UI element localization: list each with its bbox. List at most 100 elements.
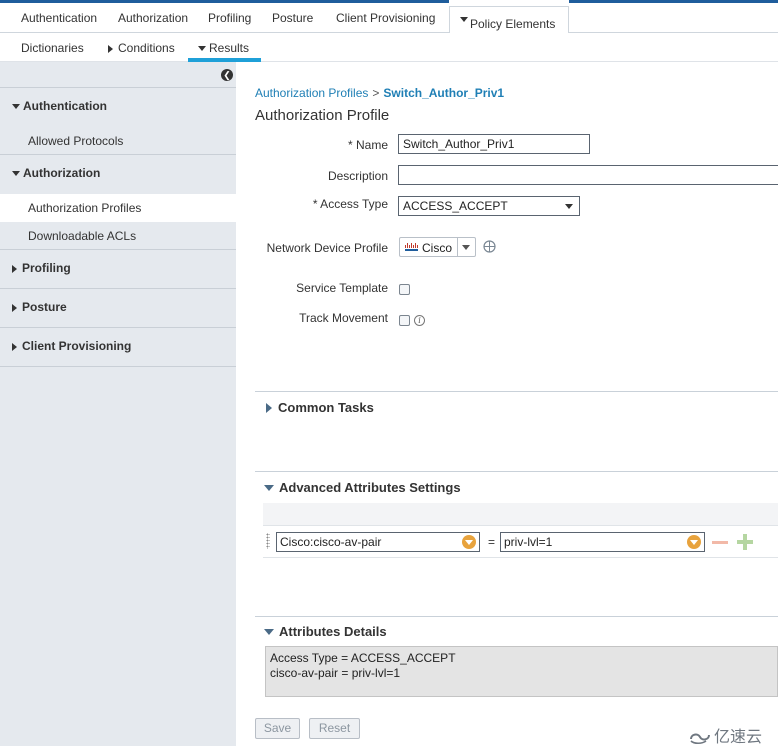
attributes-details-toggle[interactable]: Attributes Details <box>264 624 387 639</box>
divider <box>255 391 778 392</box>
sidebar-section-client-provisioning[interactable]: Client Provisioning <box>12 339 131 353</box>
collapse-sidebar-icon[interactable]: ❮ <box>221 69 233 81</box>
breadcrumb-parent-link[interactable]: Authorization Profiles <box>255 86 368 100</box>
sidebar-item-downloadable-acls[interactable]: Downloadable ACLs <box>28 229 136 243</box>
network-device-profile-select[interactable]: Cisco <box>399 237 476 257</box>
top-nav-accent <box>0 0 449 3</box>
divider <box>255 616 778 617</box>
sidebar-section-label: Authentication <box>23 99 107 113</box>
watermark: 亿速云 <box>688 723 762 746</box>
chevron-down-icon <box>460 17 468 23</box>
attribute-name-value: Cisco:cisco-av-pair <box>280 535 382 549</box>
top-nav-posture[interactable]: Posture <box>272 11 313 25</box>
main-content: Authorization Profiles > Switch_Author_Pri… <box>236 62 778 746</box>
attributes-details-box: Access Type = ACCESS_ACCEPT cisco-av-pair… <box>265 646 778 697</box>
common-tasks-toggle[interactable]: Common Tasks <box>266 400 374 415</box>
access-type-label: * Access Type <box>312 197 388 211</box>
sidebar-section-authorization[interactable]: Authorization <box>12 166 100 180</box>
track-movement-label: Track Movement <box>299 311 388 325</box>
watermark-logo-icon <box>690 733 710 745</box>
attributes-details-label: Attributes Details <box>279 624 387 639</box>
name-label: * Name <box>347 138 388 152</box>
divider <box>0 87 236 88</box>
track-movement-checkbox[interactable] <box>399 315 410 326</box>
top-nav-authorization[interactable]: Authorization <box>118 11 188 25</box>
sidebar-section-posture[interactable]: Posture <box>12 300 67 314</box>
service-template-checkbox[interactable] <box>399 284 410 295</box>
chevron-down-icon <box>264 485 274 491</box>
attributes-details-line: Access Type = ACCESS_ACCEPT <box>270 651 456 665</box>
attribute-value-combo[interactable]: priv-lvl=1 <box>500 532 705 552</box>
attribute-name-combo[interactable]: Cisco:cisco-av-pair <box>276 532 480 552</box>
sidebar-item-authorization-profiles[interactable]: Authorization Profiles <box>28 201 141 215</box>
chevron-down-icon <box>198 46 206 52</box>
drag-handle-icon[interactable] <box>266 533 270 549</box>
sub-nav: Dictionaries Conditions Results <box>0 33 778 62</box>
chevron-down-icon <box>462 245 470 250</box>
sub-nav-results-label: Results <box>209 41 250 55</box>
sub-nav-conditions[interactable]: Conditions <box>108 41 175 55</box>
attributes-details-line: cisco-av-pair = priv-lvl=1 <box>270 666 401 680</box>
sidebar: ❮ Authentication Allowed Protocols Autho… <box>0 62 236 746</box>
dropdown-button-icon[interactable] <box>687 535 701 549</box>
attribute-row: Cisco:cisco-av-pair = priv-lvl=1 <box>263 525 778 558</box>
sub-nav-conditions-label: Conditions <box>118 41 175 55</box>
globe-icon[interactable] <box>483 240 496 253</box>
chevron-right-icon <box>108 44 113 53</box>
sidebar-section-authentication[interactable]: Authentication <box>12 99 107 113</box>
divider <box>0 366 236 367</box>
top-nav-authentication[interactable]: Authentication <box>21 11 97 25</box>
breadcrumb-current: Switch_Author_Priv1 <box>383 86 505 100</box>
breadcrumb-separator: > <box>372 86 380 100</box>
top-nav-accent <box>569 0 778 3</box>
chevron-right-icon <box>12 342 17 351</box>
breadcrumb: Authorization Profiles > Switch_Author_Pri… <box>255 86 504 100</box>
description-field[interactable] <box>398 165 778 185</box>
remove-attribute-icon[interactable] <box>712 541 728 544</box>
chevron-down-icon <box>565 204 573 209</box>
divider <box>0 154 236 155</box>
chevron-down-icon <box>12 171 20 177</box>
sidebar-section-label: Authorization <box>23 166 101 180</box>
reset-button[interactable]: Reset <box>309 718 360 739</box>
add-attribute-icon[interactable] <box>737 534 753 550</box>
info-icon[interactable]: i <box>414 315 425 326</box>
advanced-attributes-label: Advanced Attributes Settings <box>279 480 461 495</box>
attribute-value: priv-lvl=1 <box>504 535 553 549</box>
watermark-text: 亿速云 <box>714 727 763 746</box>
cisco-logo-icon <box>405 243 418 251</box>
chevron-down-icon <box>264 629 274 635</box>
top-nav-profiling[interactable]: Profiling <box>208 11 251 25</box>
divider <box>255 471 778 472</box>
top-nav-client-provisioning[interactable]: Client Provisioning <box>336 11 435 25</box>
sidebar-item-allowed-protocols[interactable]: Allowed Protocols <box>28 134 123 148</box>
common-tasks-label: Common Tasks <box>278 400 374 415</box>
top-nav-policy-elements[interactable]: Policy Elements <box>449 6 569 34</box>
access-type-value: ACCESS_ACCEPT <box>403 199 508 213</box>
dropdown-button-icon[interactable] <box>462 535 476 549</box>
top-nav-policy-elements-label: Policy Elements <box>470 17 556 31</box>
page-title: Authorization Profile <box>255 107 390 124</box>
top-nav: Authentication Authorization Profiling P… <box>0 0 778 34</box>
sidebar-section-label: Client Provisioning <box>22 339 132 353</box>
sidebar-section-profiling[interactable]: Profiling <box>12 261 71 275</box>
sub-nav-dictionaries[interactable]: Dictionaries <box>21 41 84 55</box>
description-label: Description <box>327 169 388 183</box>
ndp-value: Cisco <box>422 241 453 255</box>
attributes-header-band <box>263 503 778 525</box>
access-type-select[interactable]: ACCESS_ACCEPT <box>398 196 580 216</box>
chevron-down-icon <box>12 104 20 110</box>
ndp-label: Network Device Profile <box>266 241 388 255</box>
divider <box>457 238 458 256</box>
divider <box>0 288 236 289</box>
attribute-operator: = <box>488 535 496 549</box>
name-field[interactable]: Switch_Author_Priv1 <box>398 134 590 154</box>
advanced-attributes-toggle[interactable]: Advanced Attributes Settings <box>264 480 461 495</box>
save-button[interactable]: Save <box>255 718 300 739</box>
chevron-right-icon <box>12 303 17 312</box>
divider <box>0 249 236 250</box>
sidebar-section-label: Posture <box>22 300 67 314</box>
service-template-label: Service Template <box>296 281 388 295</box>
chevron-right-icon <box>266 403 272 413</box>
sub-nav-results[interactable]: Results <box>198 41 249 55</box>
